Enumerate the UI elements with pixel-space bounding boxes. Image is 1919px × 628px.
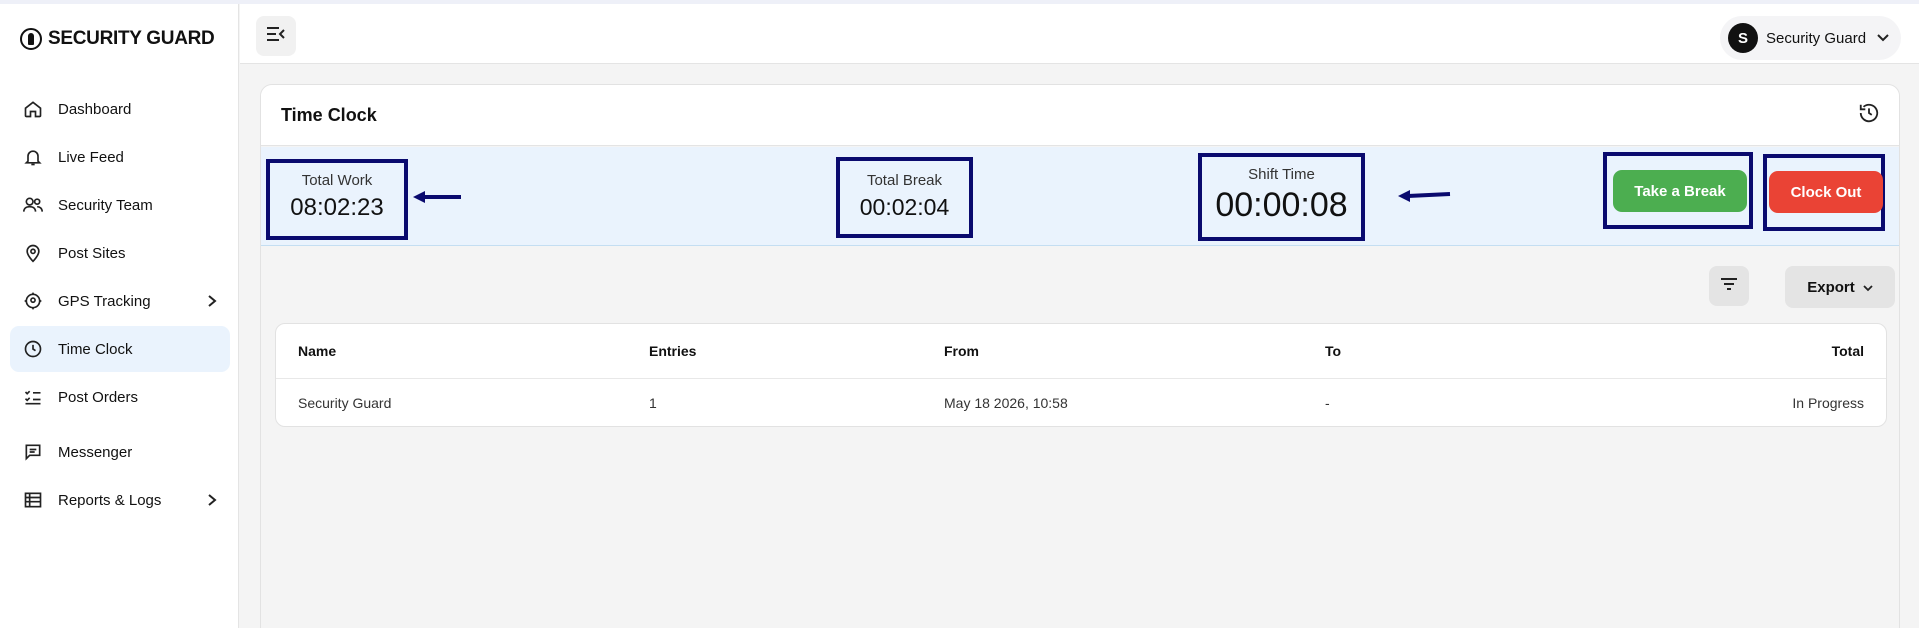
- table-toolbar: Export: [261, 246, 1899, 308]
- gps-icon: [22, 290, 44, 312]
- sidebar-item-label: Post Sites: [58, 244, 126, 262]
- total-break-stat: Total Break 00:02:04: [836, 157, 973, 238]
- total-work-label: Total Work: [301, 172, 373, 189]
- sidebar-item-time-clock[interactable]: Time Clock: [10, 326, 230, 372]
- app-logo-text: SECURITY GUARD: [48, 28, 215, 49]
- sidebar-item-label: Post Orders: [58, 388, 139, 406]
- time-stats-bar: Total Work 08:02:23 Total Break 00:02:04…: [261, 147, 1899, 246]
- sidebar-item-label: Reports & Logs: [58, 491, 162, 509]
- chevron-right-icon: [202, 490, 222, 510]
- top-bar: S Security Guard: [240, 4, 1919, 64]
- clock-out-button[interactable]: Clock Out: [1769, 171, 1883, 213]
- sidebar-item-label: Security Team: [58, 196, 153, 214]
- sidebar-item-post-orders[interactable]: Post Orders: [10, 374, 230, 420]
- checklist-icon: [22, 386, 44, 408]
- sidebar-item-label: Messenger: [58, 443, 133, 461]
- page-title: Time Clock: [281, 105, 377, 125]
- clock-icon: [22, 338, 44, 360]
- shift-time-value: 00:00:08: [1215, 186, 1348, 224]
- clock-out-highlight: Clock Out: [1763, 154, 1885, 231]
- app-logo[interactable]: SECURITY GUARD: [20, 24, 215, 54]
- sidebar-item-label: GPS Tracking: [58, 292, 151, 310]
- avatar: S: [1728, 23, 1758, 53]
- cell-to: -: [1325, 395, 1330, 411]
- column-header-to[interactable]: To: [1325, 343, 1341, 359]
- sidebar-item-gps-tracking[interactable]: GPS Tracking: [10, 278, 230, 324]
- users-icon: [22, 194, 44, 216]
- take-break-highlight: Take a Break: [1603, 152, 1753, 229]
- column-header-total[interactable]: Total: [1832, 343, 1864, 359]
- take-break-button[interactable]: Take a Break: [1613, 170, 1747, 212]
- cell-total: In Progress: [1792, 395, 1864, 411]
- sidebar-item-reports-logs[interactable]: Reports & Logs: [10, 477, 230, 523]
- table-row[interactable]: Security Guard 1 May 18 2026, 10:58 - In…: [276, 380, 1886, 426]
- total-break-label: Total Break: [866, 172, 943, 189]
- cell-entries: 1: [649, 395, 657, 411]
- filter-icon: [1720, 277, 1738, 296]
- shift-time-label: Shift Time: [1248, 166, 1315, 183]
- total-break-value: 00:02:04: [859, 194, 950, 220]
- chevron-right-icon: [202, 291, 222, 311]
- sidebar-item-security-team[interactable]: Security Team: [10, 182, 230, 228]
- user-menu-button[interactable]: S Security Guard: [1720, 16, 1901, 60]
- annotation-arrow-icon: [413, 191, 461, 203]
- column-header-entries[interactable]: Entries: [649, 343, 696, 359]
- total-work-stat: Total Work 08:02:23: [266, 159, 408, 240]
- annotation-arrow-icon: [1398, 190, 1451, 202]
- user-name: Security Guard: [1766, 29, 1867, 47]
- sidebar-item-live-feed[interactable]: Live Feed: [10, 134, 230, 180]
- guard-logo-icon: [20, 28, 42, 50]
- bell-icon: [22, 146, 44, 168]
- sidebar-item-messenger[interactable]: Messenger: [10, 429, 230, 475]
- column-header-from[interactable]: From: [944, 343, 979, 359]
- sidebar-item-post-sites[interactable]: Post Sites: [10, 230, 230, 276]
- message-icon: [22, 441, 44, 463]
- collapse-sidebar-button[interactable]: [256, 16, 296, 56]
- sidebar-item-label: Time Clock: [58, 340, 133, 358]
- menu-collapse-icon: [266, 26, 286, 47]
- chevron-down-icon: [1863, 279, 1873, 296]
- time-clock-card: Time Clock Total Work 08:02:23 Total Bre…: [260, 84, 1900, 628]
- cell-from: May 18 2026, 10:58: [944, 395, 1068, 411]
- filter-button[interactable]: [1709, 266, 1749, 306]
- card-header: Time Clock: [261, 85, 1899, 146]
- sidebar-item-label: Live Feed: [58, 148, 124, 166]
- sidebar-item-label: Dashboard: [58, 100, 132, 118]
- shift-time-stat: Shift Time 00:00:08: [1198, 153, 1365, 241]
- export-button[interactable]: Export: [1785, 266, 1895, 308]
- time-entries-table: Name Entries From To Total Security Guar…: [275, 323, 1887, 427]
- map-pin-icon: [22, 242, 44, 264]
- list-icon: [22, 489, 44, 511]
- cell-name: Security Guard: [298, 395, 392, 411]
- history-icon: [1858, 102, 1880, 129]
- history-button[interactable]: [1853, 99, 1885, 131]
- total-work-value: 08:02:23: [290, 194, 384, 221]
- column-header-name[interactable]: Name: [298, 343, 336, 359]
- export-label: Export: [1807, 278, 1855, 296]
- sidebar: SECURITY GUARD Dashboard Live Feed Secur…: [0, 4, 239, 628]
- chevron-down-icon: [1876, 33, 1890, 43]
- sidebar-item-dashboard[interactable]: Dashboard: [10, 86, 230, 132]
- table-header: Name Entries From To Total: [276, 324, 1886, 379]
- home-icon: [22, 98, 44, 120]
